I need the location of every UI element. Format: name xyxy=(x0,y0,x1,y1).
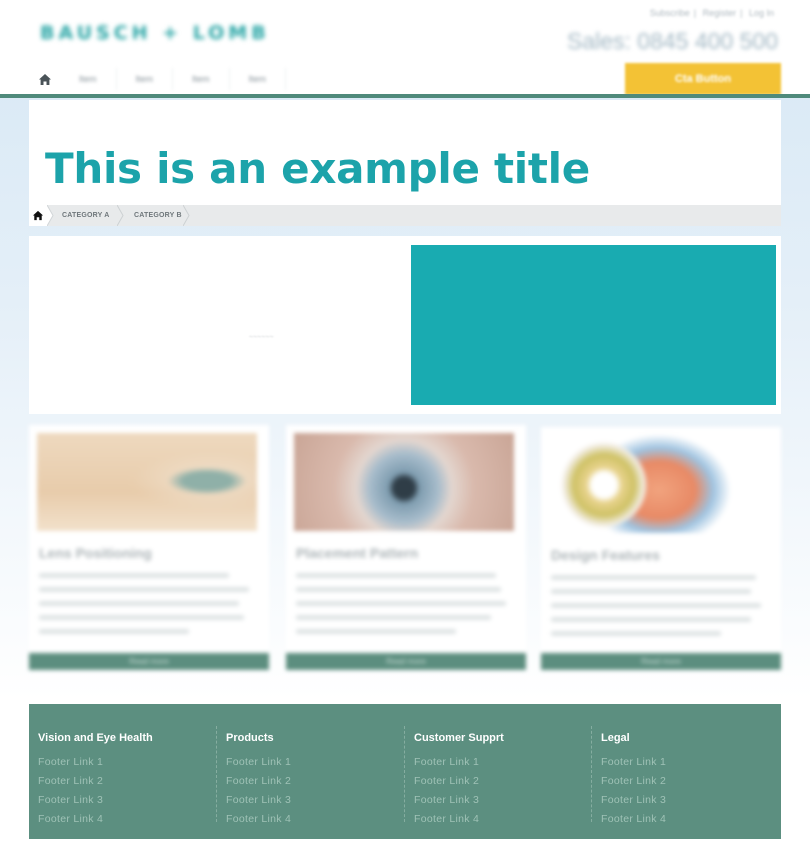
card-text-line xyxy=(296,615,491,620)
footer-link[interactable]: Footer Link 1 xyxy=(38,756,153,775)
card-text-line xyxy=(39,573,229,578)
article-card-2[interactable]: Placement Pattern Read more xyxy=(286,425,526,670)
card-text-line xyxy=(296,629,456,634)
breadcrumb-item-category-a[interactable]: CATEGORY A xyxy=(62,205,110,226)
card-title: Design Features xyxy=(551,547,660,563)
register-link[interactable]: Register xyxy=(703,8,737,18)
card-title: Placement Pattern xyxy=(296,545,419,561)
card-text-line xyxy=(551,603,761,608)
breadcrumb-home-button[interactable] xyxy=(29,205,47,226)
card-text-line xyxy=(551,631,721,636)
footer-heading: Legal xyxy=(601,732,630,744)
breadcrumb-separator-icon xyxy=(183,205,190,226)
home-icon xyxy=(32,210,44,221)
card-title: Lens Positioning xyxy=(39,545,152,561)
footer-link[interactable]: Footer Link 3 xyxy=(414,794,504,813)
page-title: This is an example title xyxy=(45,144,590,193)
breadcrumb: CATEGORY A CATEGORY B xyxy=(29,205,781,226)
card-text-line xyxy=(551,575,756,580)
card-text-line xyxy=(296,601,506,606)
footer-link[interactable]: Footer Link 4 xyxy=(38,813,153,832)
card-text-line xyxy=(296,587,501,592)
site-header: BAUSCH + LOMB Subscribe | Register | Log I… xyxy=(0,0,810,96)
footer-link[interactable]: Footer Link 1 xyxy=(226,756,291,775)
footer-link[interactable]: Footer Link 3 xyxy=(38,794,153,813)
eye-closeup-image xyxy=(37,433,257,531)
footer-column-vision: Vision and Eye Health Footer Link 1 Foot… xyxy=(29,726,153,825)
footer-heading: Customer Supprt xyxy=(414,732,504,744)
footer-heading: Vision and Eye Health xyxy=(38,732,153,744)
card-text-line xyxy=(39,629,189,634)
footer-column-products: Products Footer Link 1 Footer Link 2 Foo… xyxy=(216,726,291,825)
card-text-line xyxy=(551,589,751,594)
card-text-line xyxy=(296,573,496,578)
card-read-more-button[interactable]: Read more xyxy=(541,653,781,670)
card-text-line xyxy=(39,615,244,620)
home-icon xyxy=(39,73,51,85)
article-card-1[interactable]: Lens Positioning Read more xyxy=(29,425,269,670)
top-links: Subscribe | Register | Log In xyxy=(649,8,774,18)
nav-item-3[interactable]: Item xyxy=(173,68,230,90)
nav-item-1[interactable]: Item xyxy=(60,68,117,90)
nav-home-button[interactable] xyxy=(30,64,60,94)
footer-link[interactable]: Footer Link 2 xyxy=(226,775,291,794)
hero-placeholder-text: ~~~~~~ xyxy=(249,334,274,341)
subscribe-link[interactable]: Subscribe xyxy=(650,8,690,18)
breadcrumb-separator-icon xyxy=(47,205,54,226)
login-link[interactable]: Log In xyxy=(749,8,774,18)
footer-link[interactable]: Footer Link 1 xyxy=(601,756,666,775)
hero-image-panel xyxy=(411,245,776,405)
footer-link[interactable]: Footer Link 2 xyxy=(414,775,504,794)
cta-button[interactable]: Cta Button xyxy=(625,63,781,95)
nav-item-4[interactable]: Item xyxy=(230,68,287,90)
brand-logo[interactable]: BAUSCH + LOMB xyxy=(40,22,270,44)
iris-closeup-image xyxy=(294,433,514,531)
breadcrumb-item-category-b[interactable]: CATEGORY B xyxy=(134,205,182,226)
card-text-line xyxy=(39,601,239,606)
footer-column-customer-support: Customer Supprt Footer Link 1 Footer Lin… xyxy=(404,726,504,825)
card-read-more-button[interactable]: Read more xyxy=(286,653,526,670)
footer-link[interactable]: Footer Link 2 xyxy=(601,775,666,794)
title-panel: This is an example title xyxy=(29,100,781,205)
site-footer: Vision and Eye Health Footer Link 1 Foot… xyxy=(29,704,781,839)
footer-link[interactable]: Footer Link 2 xyxy=(38,775,153,794)
footer-link[interactable]: Footer Link 4 xyxy=(601,813,666,832)
eye-anatomy-diagram-image xyxy=(549,435,769,533)
card-text-line xyxy=(551,617,751,622)
footer-heading: Products xyxy=(226,732,274,744)
footer-link[interactable]: Footer Link 3 xyxy=(601,794,666,813)
card-read-more-button[interactable]: Read more xyxy=(29,653,269,670)
footer-column-legal: Legal Footer Link 1 Footer Link 2 Footer… xyxy=(591,726,666,825)
nav-item-2[interactable]: Item xyxy=(117,68,174,90)
footer-link[interactable]: Footer Link 3 xyxy=(226,794,291,813)
breadcrumb-separator-icon xyxy=(117,205,124,226)
sales-phone: Sales: 0845 400 500 xyxy=(566,28,778,54)
footer-link[interactable]: Footer Link 4 xyxy=(414,813,504,832)
card-text-line xyxy=(39,587,249,592)
hero-section: ~~~~~~ xyxy=(29,236,781,414)
article-card-3[interactable]: Design Features Read more xyxy=(541,427,781,670)
header-divider xyxy=(0,94,810,98)
main-nav: Item Item Item Item xyxy=(30,64,287,94)
footer-link[interactable]: Footer Link 4 xyxy=(226,813,291,832)
footer-link[interactable]: Footer Link 1 xyxy=(414,756,504,775)
